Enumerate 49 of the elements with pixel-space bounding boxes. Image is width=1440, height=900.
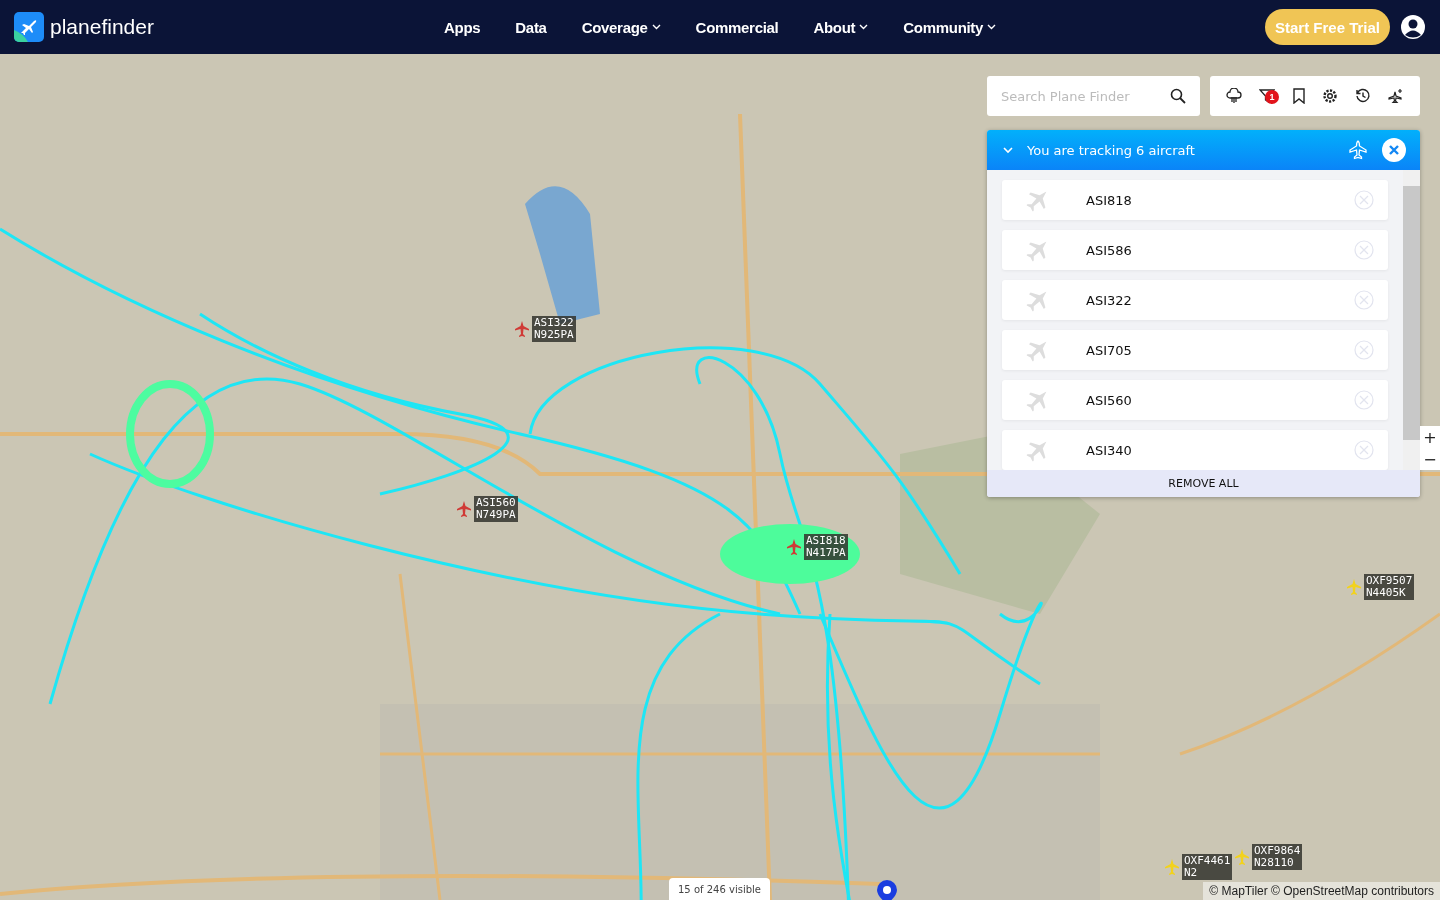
nav-link[interactable]: Data [515,18,547,36]
nav-link[interactable]: About [813,18,869,36]
aircraft-callsign: ASI818 [1086,192,1133,208]
map-attribution: © MapTiler © OpenStreetMap contributors [1203,882,1440,900]
aircraft-callsign: ASI322 [1086,292,1133,308]
remove-all-button[interactable]: REMOVE ALL [987,470,1420,497]
nav-link[interactable]: Community [903,18,997,36]
aircraft-label[interactable]: ASI560 N749PA [474,496,518,522]
tracked-aircraft-row[interactable]: ASI818 [1002,180,1388,220]
aircraft-callsign: ASI705 [1086,342,1133,358]
panel-title: You are tracking 6 aircraft [1027,142,1196,158]
filter-count-badge: 1 [1265,90,1279,104]
history-icon[interactable] [1354,88,1371,104]
search-field[interactable]: Search Plane Finder [987,76,1200,116]
tracked-aircraft-row[interactable]: ASI586 [1002,230,1388,270]
aircraft-label[interactable]: OXF4461 N2 [1182,854,1233,880]
nav-link[interactable]: Commercial [695,18,779,36]
scrollbar[interactable] [1403,170,1420,470]
close-button[interactable] [1382,138,1406,162]
tracked-aircraft-row[interactable]: ASI322 [1002,280,1388,320]
visible-count: 15 of 246 visible [669,878,770,900]
nav-link[interactable]: Coverage [581,18,661,36]
collapse-chevron-icon[interactable] [1003,146,1013,154]
settings-icon[interactable] [1322,88,1339,104]
tracked-aircraft-row[interactable]: ASI705 [1002,330,1388,370]
logo-wordmark[interactable]: planefinder [50,15,154,39]
airplane-icon[interactable] [786,539,802,555]
user-icon[interactable] [1400,14,1426,40]
aircraft-callsign: ASI340 [1086,442,1133,458]
plane-logo-icon [14,12,44,42]
aircraft-label[interactable]: ASI322 N925PA [532,316,576,342]
tracked-aircraft-row[interactable]: ASI340 [1002,430,1388,470]
search-icon[interactable] [1170,88,1186,104]
cloud-icon[interactable] [1226,88,1243,104]
airplane-add-icon[interactable] [1387,88,1404,104]
aircraft-callsign: ASI560 [1086,392,1133,408]
close-icon [1389,145,1399,155]
airplane-outline-icon[interactable] [1348,140,1368,160]
aircraft-label[interactable]: OXF9507 N4405K [1364,574,1415,600]
scrollbar-thumb[interactable] [1403,186,1420,440]
aircraft-label[interactable]: ASI818 N417PA [804,534,848,560]
tracked-aircraft-row[interactable]: ASI560 [1002,380,1388,420]
airplane-icon[interactable] [456,501,472,517]
aircraft-label[interactable]: OXF9864 N28110 [1252,844,1303,870]
airplane-icon[interactable] [514,321,530,337]
aircraft-callsign: ASI586 [1086,242,1133,258]
nav-link[interactable]: Apps [444,18,481,36]
bookmark-icon[interactable] [1291,88,1306,104]
location-pin-icon [876,880,898,900]
